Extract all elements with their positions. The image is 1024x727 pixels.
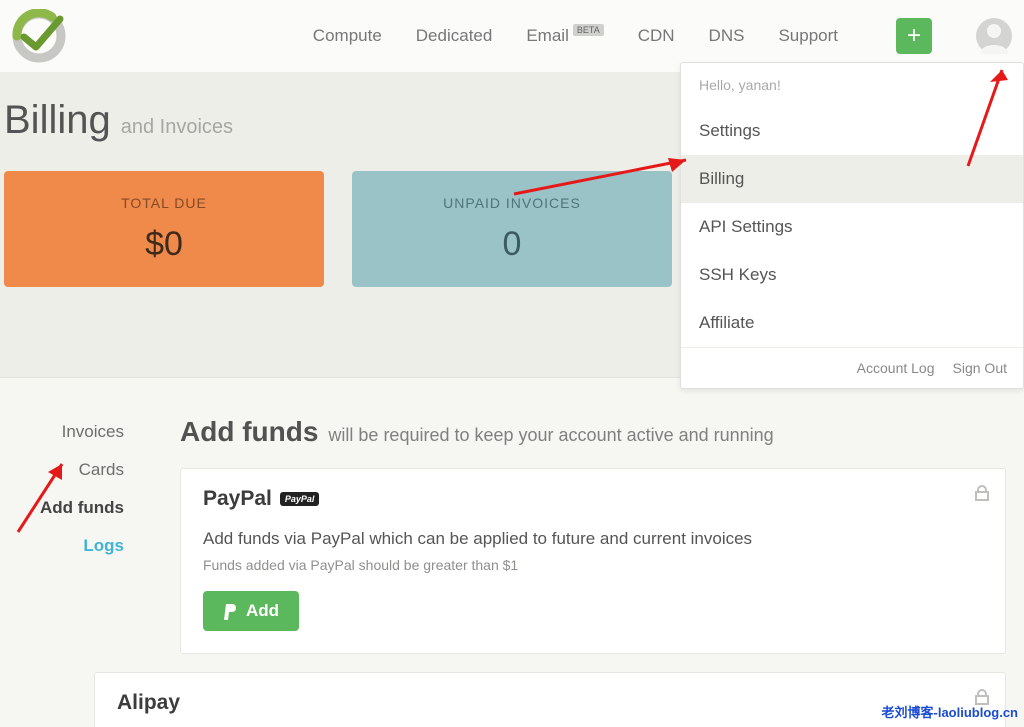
alipay-title: Alipay xyxy=(117,691,180,715)
primary-nav: Compute Dedicated Email BETA CDN DNS Sup… xyxy=(313,18,1012,54)
user-avatar[interactable] xyxy=(976,18,1012,54)
page-title-sub: and Invoices xyxy=(121,116,233,139)
total-due-label: TOTAL DUE xyxy=(121,195,207,211)
dropdown-footer: Account Log Sign Out xyxy=(681,347,1023,388)
dropdown-api-settings[interactable]: API Settings xyxy=(681,203,1023,251)
plus-icon: + xyxy=(907,24,921,48)
nav-support[interactable]: Support xyxy=(778,26,838,46)
section-subtitle: will be required to keep your account ac… xyxy=(328,425,773,446)
nav-dedicated[interactable]: Dedicated xyxy=(416,26,493,46)
paypal-title: PayPal xyxy=(203,487,272,511)
paypal-add-button[interactable]: Add xyxy=(203,591,299,631)
content-area: Invoices Cards Add funds Logs Add funds … xyxy=(0,378,1024,727)
brand-logo[interactable] xyxy=(0,0,78,72)
beta-badge: BETA xyxy=(573,24,604,36)
nav-compute[interactable]: Compute xyxy=(313,26,382,46)
paypal-add-label: Add xyxy=(246,601,279,621)
alipay-panel: Alipay xyxy=(94,672,1006,727)
nav-email[interactable]: Email BETA xyxy=(526,26,603,46)
lock-icon xyxy=(975,485,989,506)
unpaid-invoices-label: UNPAID INVOICES xyxy=(443,195,581,211)
section-title: Add funds xyxy=(180,416,318,448)
sidebar-item-invoices[interactable]: Invoices xyxy=(62,422,124,442)
nav-dns[interactable]: DNS xyxy=(709,26,745,46)
sidebar-item-logs[interactable]: Logs xyxy=(83,536,124,556)
dropdown-affiliate[interactable]: Affiliate xyxy=(681,299,1023,347)
main-panel: Add funds will be required to keep your … xyxy=(180,416,1024,727)
dropdown-sign-out[interactable]: Sign Out xyxy=(953,360,1007,376)
dropdown-ssh-keys[interactable]: SSH Keys xyxy=(681,251,1023,299)
total-due-value: $0 xyxy=(145,225,183,264)
section-heading: Add funds will be required to keep your … xyxy=(180,416,1024,448)
sidebar-item-add-funds[interactable]: Add funds xyxy=(40,498,124,518)
total-due-card[interactable]: TOTAL DUE $0 xyxy=(4,171,324,287)
paypal-description: Add funds via PayPal which can be applie… xyxy=(203,529,983,549)
nav-cdn[interactable]: CDN xyxy=(638,26,675,46)
nav-email-label: Email xyxy=(526,26,569,46)
paypal-panel: PayPal PayPal Add funds via PayPal which… xyxy=(180,468,1006,654)
paypal-p-icon xyxy=(223,603,238,620)
dropdown-greeting: Hello, yanan! xyxy=(681,63,1023,107)
paypal-header: PayPal PayPal xyxy=(203,487,983,511)
dropdown-account-log[interactable]: Account Log xyxy=(857,360,935,376)
alipay-header: Alipay xyxy=(117,691,983,715)
page-title-main: Billing xyxy=(4,98,111,143)
dropdown-settings[interactable]: Settings xyxy=(681,107,1023,155)
dropdown-billing[interactable]: Billing xyxy=(681,155,1023,203)
add-button[interactable]: + xyxy=(896,18,932,54)
paypal-note: Funds added via PayPal should be greater… xyxy=(203,557,983,573)
watermark: 老刘博客-laoliublog.cn xyxy=(882,702,1019,721)
unpaid-invoices-card[interactable]: UNPAID INVOICES 0 xyxy=(352,171,672,287)
user-dropdown: Hello, yanan! Settings Billing API Setti… xyxy=(680,62,1024,389)
sidebar-item-cards[interactable]: Cards xyxy=(79,460,124,480)
paypal-badge-icon: PayPal xyxy=(280,492,320,506)
unpaid-invoices-value: 0 xyxy=(503,225,522,264)
